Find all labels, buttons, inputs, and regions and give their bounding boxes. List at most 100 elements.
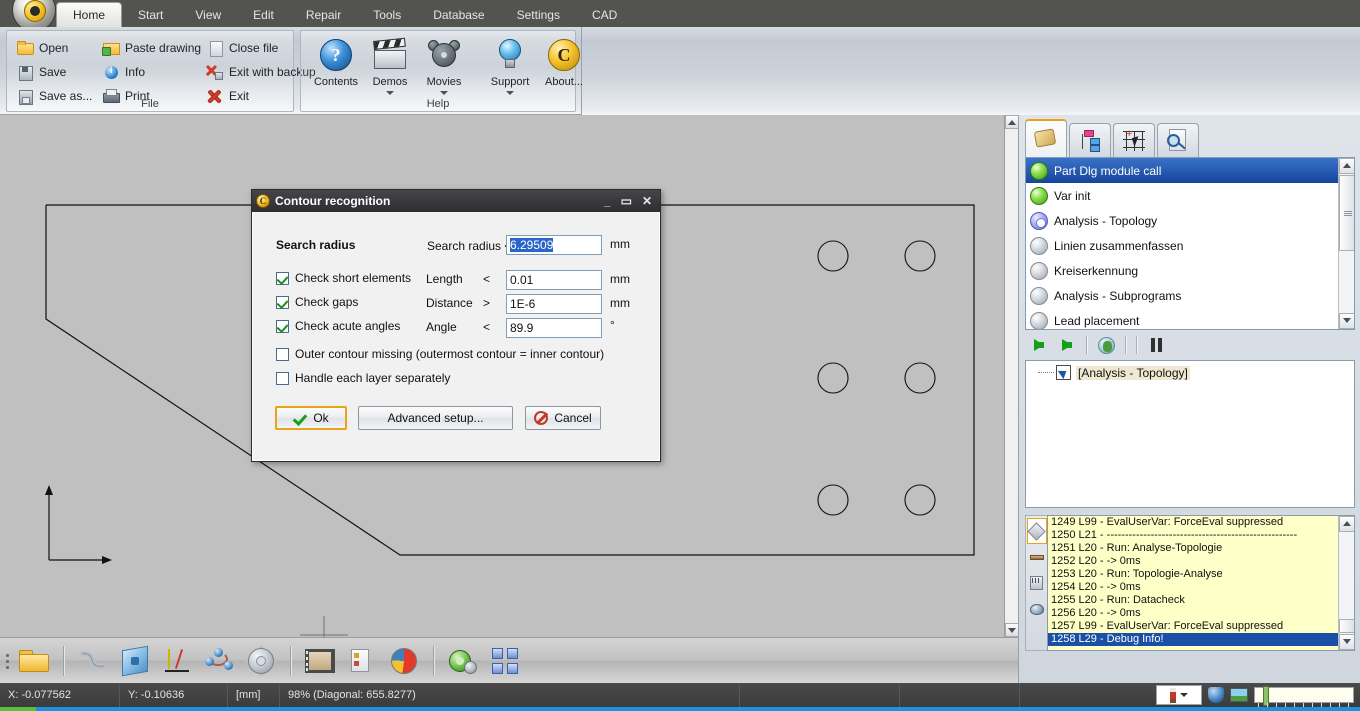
length-input[interactable]: 0.01 bbox=[506, 270, 602, 290]
movies-button[interactable]: Movies bbox=[417, 36, 471, 95]
status-bar: X: -0.077562 Y: -0.10636 [mm] 98% (Diago… bbox=[0, 683, 1360, 709]
tree-item[interactable]: [Analysis - Topology] bbox=[1026, 361, 1354, 380]
preview-tab[interactable] bbox=[1157, 123, 1199, 157]
settings-tool[interactable] bbox=[240, 641, 282, 681]
chain-tool[interactable] bbox=[72, 641, 114, 681]
scroll-tab[interactable] bbox=[1025, 119, 1067, 157]
image-icon[interactable] bbox=[1230, 688, 1248, 702]
tab-settings[interactable]: Settings bbox=[501, 5, 576, 27]
scroll-down-button[interactable] bbox=[1339, 313, 1354, 329]
ribbon-panel: Open Save Save as... Paste drawing i Inf… bbox=[0, 27, 583, 115]
cancel-button[interactable]: Cancel bbox=[525, 406, 601, 430]
film-tool[interactable] bbox=[299, 641, 341, 681]
report-tool[interactable] bbox=[341, 641, 383, 681]
scroll-up-button[interactable] bbox=[1339, 158, 1354, 174]
list-item[interactable]: Part Dlg module call bbox=[1026, 158, 1338, 183]
zoom-slider[interactable] bbox=[1254, 686, 1354, 709]
advanced-setup-button[interactable]: Advanced setup... bbox=[358, 406, 513, 430]
solid-tool[interactable] bbox=[114, 641, 156, 681]
scroll-thumb[interactable] bbox=[1339, 175, 1354, 251]
crosshair-cursor bbox=[300, 616, 348, 637]
tab-repair[interactable]: Repair bbox=[290, 5, 357, 27]
tab-edit[interactable]: Edit bbox=[237, 5, 290, 27]
outer-contour-missing-checkbox[interactable]: Outer contour missing (outermost contour… bbox=[276, 347, 604, 361]
ok-button[interactable]: Ok bbox=[275, 406, 347, 430]
tab-start[interactable]: Start bbox=[122, 5, 179, 27]
tab-tools[interactable]: Tools bbox=[357, 5, 417, 27]
list-item[interactable]: Analysis - Subprograms bbox=[1026, 283, 1338, 308]
pen-color-picker[interactable] bbox=[1156, 685, 1202, 705]
info-button[interactable]: Info bbox=[99, 60, 199, 84]
list-item[interactable]: Analysis - Topology bbox=[1026, 208, 1338, 233]
call-tree[interactable]: [Analysis - Topology] bbox=[1025, 360, 1355, 508]
log-scrollbar[interactable] bbox=[1338, 516, 1354, 650]
handle-each-layer-checkbox[interactable]: Handle each layer separately bbox=[276, 371, 450, 385]
check-gaps-label: Check gaps bbox=[295, 295, 359, 309]
paste-drawing-button[interactable]: Paste drawing bbox=[99, 36, 201, 60]
scroll-down-button[interactable] bbox=[1339, 634, 1354, 650]
step-button[interactable] bbox=[1053, 334, 1081, 356]
chevron-down-icon[interactable] bbox=[506, 91, 514, 95]
check-short-elements-checkbox[interactable]: Check short elements bbox=[276, 271, 411, 285]
minimize-icon[interactable]: _ bbox=[604, 194, 611, 208]
contents-button[interactable]: ? Contents bbox=[309, 36, 363, 88]
spline-tool[interactable] bbox=[198, 641, 240, 681]
open-button[interactable]: Open bbox=[13, 36, 97, 60]
search-radius-input[interactable]: 6.29509 bbox=[506, 235, 602, 255]
shield-icon[interactable] bbox=[1208, 687, 1224, 703]
log-filter-calc[interactable] bbox=[1027, 570, 1047, 596]
log-filter-diamond[interactable] bbox=[1026, 518, 1047, 544]
save-button[interactable]: Save bbox=[13, 60, 97, 84]
module-list[interactable]: Part Dlg module call Var init Analysis -… bbox=[1025, 157, 1355, 330]
scroll-thumb[interactable] bbox=[1339, 619, 1354, 633]
canvas-scroll-up-button[interactable] bbox=[1005, 115, 1018, 129]
tab-cad[interactable]: CAD bbox=[576, 5, 633, 27]
tab-view[interactable]: View bbox=[179, 5, 237, 27]
nest-tool[interactable] bbox=[442, 641, 484, 681]
sphere-icon bbox=[1029, 603, 1044, 615]
list-item-label: Part Dlg module call bbox=[1054, 163, 1162, 178]
close-icon[interactable]: ✕ bbox=[642, 194, 652, 208]
run-button[interactable] bbox=[1025, 334, 1053, 356]
close-file-button[interactable]: Close file bbox=[203, 36, 295, 60]
contents-label: Contents bbox=[313, 76, 359, 88]
list-item[interactable]: Lead placement bbox=[1026, 308, 1338, 329]
support-button[interactable]: Support bbox=[483, 36, 537, 95]
layout-tool[interactable] bbox=[484, 641, 526, 681]
chevron-down-icon[interactable] bbox=[440, 91, 448, 95]
list-item[interactable]: Var init bbox=[1026, 183, 1338, 208]
tree-tab[interactable] bbox=[1069, 123, 1111, 157]
angle-input[interactable]: 89.9 bbox=[506, 318, 602, 338]
chart-tool[interactable] bbox=[383, 641, 425, 681]
chain-icon bbox=[79, 650, 107, 669]
exit-backup-icon bbox=[205, 63, 225, 81]
canvas-scroll-down-button[interactable] bbox=[1005, 623, 1018, 637]
list-item[interactable]: Linien zusammenfassen bbox=[1026, 233, 1338, 258]
log-line[interactable]: 1258 L29 - Debug Info! bbox=[1048, 633, 1354, 646]
log-filter-bar[interactable] bbox=[1027, 544, 1047, 570]
check-acute-angles-checkbox[interactable]: Check acute angles bbox=[276, 319, 400, 333]
pause-button[interactable] bbox=[1142, 334, 1170, 356]
distance-input[interactable]: 1E-6 bbox=[506, 294, 602, 314]
about-button[interactable]: C About... bbox=[537, 36, 591, 88]
demos-button[interactable]: Demos bbox=[363, 36, 417, 95]
tab-home[interactable]: Home bbox=[56, 2, 123, 27]
maximize-icon[interactable]: ▭ bbox=[621, 194, 632, 208]
chevron-down-icon[interactable] bbox=[386, 91, 394, 95]
grid-tab[interactable]: + bbox=[1113, 123, 1155, 157]
tab-database[interactable]: Database bbox=[417, 5, 500, 27]
exit-with-backup-button[interactable]: Exit with backup bbox=[203, 60, 316, 84]
list-item[interactable]: Kreiserkennung bbox=[1026, 258, 1338, 283]
dialog-title-bar[interactable]: C Contour recognition _ ▭ ✕ bbox=[252, 190, 660, 212]
canvas-vertical-scrollbar[interactable] bbox=[1004, 115, 1018, 637]
refresh-button[interactable] bbox=[1092, 334, 1120, 356]
scroll-up-button[interactable] bbox=[1339, 516, 1354, 532]
open-file-tool[interactable] bbox=[13, 641, 55, 681]
check-gaps-checkbox[interactable]: Check gaps bbox=[276, 295, 358, 309]
log-filter-ball[interactable] bbox=[1027, 596, 1047, 622]
log-output[interactable]: 1249 L99 - EvalUserVar: ForceEval suppre… bbox=[1047, 515, 1355, 651]
axis-tool[interactable] bbox=[156, 641, 198, 681]
toolbar-grip[interactable] bbox=[3, 646, 13, 676]
module-list-scrollbar[interactable] bbox=[1338, 158, 1354, 329]
chevron-down-icon[interactable] bbox=[1180, 693, 1188, 697]
